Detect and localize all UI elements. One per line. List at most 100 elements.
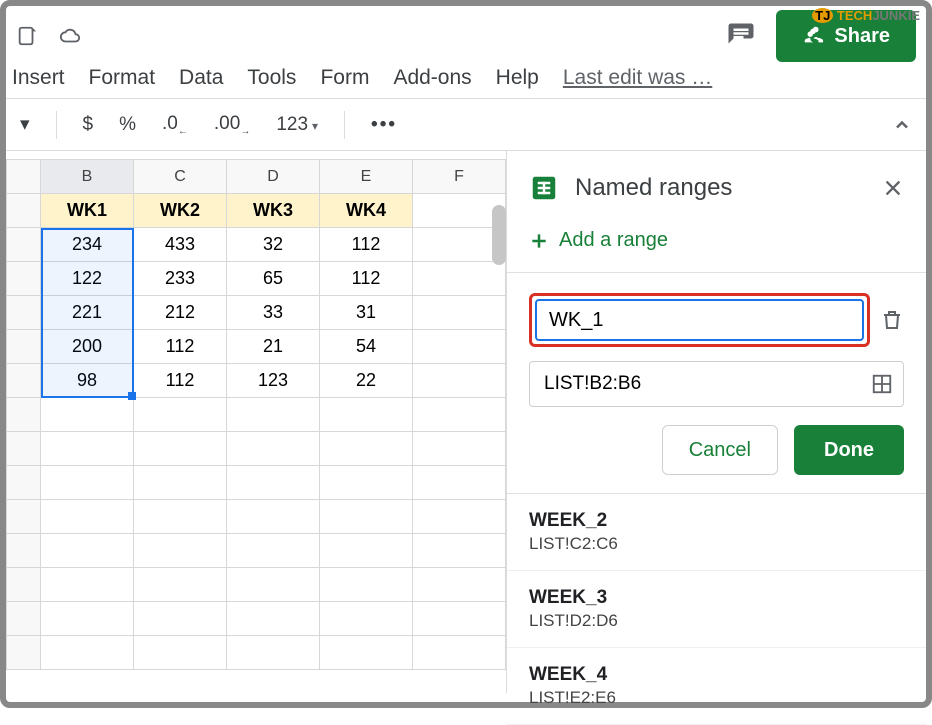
header-cell[interactable]: WK4 xyxy=(320,194,413,228)
cell[interactable] xyxy=(320,398,413,432)
collapse-toolbar-icon[interactable] xyxy=(892,115,912,135)
cell[interactable] xyxy=(41,432,134,466)
spreadsheet-grid[interactable]: BCDEFWK1WK2WK3WK423443332112122233651122… xyxy=(6,151,506,693)
cell[interactable]: 221 xyxy=(41,296,134,330)
named-range-item[interactable]: WEEK_2 LIST!C2:C6 xyxy=(507,494,926,571)
cell[interactable]: 54 xyxy=(320,330,413,364)
menu-data[interactable]: Data xyxy=(179,66,223,90)
cell[interactable] xyxy=(320,500,413,534)
cell[interactable] xyxy=(413,636,506,670)
close-icon[interactable] xyxy=(882,177,904,199)
cloud-icon[interactable] xyxy=(56,25,84,47)
cell[interactable] xyxy=(134,466,227,500)
cell[interactable] xyxy=(134,568,227,602)
cell[interactable] xyxy=(413,568,506,602)
add-range-button[interactable]: Add a range xyxy=(507,221,926,273)
cell[interactable] xyxy=(320,602,413,636)
col-header[interactable]: C xyxy=(134,160,227,194)
cell[interactable]: 112 xyxy=(134,330,227,364)
cell[interactable]: 32 xyxy=(227,228,320,262)
format-percent[interactable]: % xyxy=(119,114,136,136)
done-button[interactable]: Done xyxy=(794,425,904,475)
cell[interactable] xyxy=(41,636,134,670)
cell[interactable] xyxy=(134,432,227,466)
cell[interactable] xyxy=(41,602,134,636)
cell[interactable] xyxy=(413,466,506,500)
cancel-button[interactable]: Cancel xyxy=(662,425,778,475)
header-cell[interactable]: WK1 xyxy=(41,194,134,228)
cell[interactable] xyxy=(227,602,320,636)
cell[interactable] xyxy=(41,500,134,534)
doc-home-icon[interactable] xyxy=(16,25,38,47)
cell[interactable] xyxy=(320,432,413,466)
cell[interactable]: 123 xyxy=(227,364,320,398)
cell[interactable]: 112 xyxy=(134,364,227,398)
cell[interactable] xyxy=(227,500,320,534)
toolbar-overflow[interactable]: ••• xyxy=(371,114,397,136)
cell[interactable]: 112 xyxy=(320,262,413,296)
cell[interactable]: 98 xyxy=(41,364,134,398)
cell[interactable]: 33 xyxy=(227,296,320,330)
menu-addons[interactable]: Add-ons xyxy=(393,66,471,90)
cell[interactable]: 212 xyxy=(134,296,227,330)
cell[interactable] xyxy=(227,432,320,466)
cell[interactable] xyxy=(134,636,227,670)
delete-icon[interactable] xyxy=(880,308,904,332)
format-currency[interactable]: $ xyxy=(83,114,94,136)
cell[interactable] xyxy=(134,398,227,432)
cell[interactable] xyxy=(320,534,413,568)
cell[interactable] xyxy=(413,262,506,296)
cell[interactable] xyxy=(227,636,320,670)
cell[interactable] xyxy=(227,534,320,568)
col-header[interactable]: F xyxy=(413,160,506,194)
header-cell[interactable]: WK3 xyxy=(227,194,320,228)
cell[interactable] xyxy=(41,534,134,568)
number-format[interactable]: 123▾ xyxy=(276,114,318,136)
cell[interactable] xyxy=(320,568,413,602)
decrease-decimal[interactable]: .0← xyxy=(162,113,188,137)
cell[interactable] xyxy=(413,364,506,398)
cell[interactable] xyxy=(413,534,506,568)
cell[interactable]: 22 xyxy=(320,364,413,398)
range-name-input[interactable] xyxy=(535,299,864,341)
cell[interactable]: 65 xyxy=(227,262,320,296)
col-header[interactable]: B xyxy=(41,160,134,194)
cell[interactable] xyxy=(41,568,134,602)
cell[interactable] xyxy=(134,534,227,568)
cell[interactable] xyxy=(41,398,134,432)
cell[interactable] xyxy=(320,636,413,670)
menu-form[interactable]: Form xyxy=(320,66,369,90)
cell[interactable] xyxy=(413,602,506,636)
comments-icon[interactable] xyxy=(726,21,756,51)
named-range-item[interactable]: WEEK_4 LIST!E2:E6 xyxy=(507,648,926,725)
select-range-icon[interactable] xyxy=(861,363,903,405)
cell[interactable] xyxy=(413,500,506,534)
col-header[interactable]: D xyxy=(227,160,320,194)
cell[interactable] xyxy=(134,602,227,636)
range-ref-input[interactable] xyxy=(530,362,861,406)
cell[interactable]: 112 xyxy=(320,228,413,262)
header-cell[interactable]: WK2 xyxy=(134,194,227,228)
menu-insert[interactable]: Insert xyxy=(12,66,65,90)
cell[interactable]: 200 xyxy=(41,330,134,364)
cell[interactable] xyxy=(41,466,134,500)
menu-tools[interactable]: Tools xyxy=(247,66,296,90)
col-header[interactable]: E xyxy=(320,160,413,194)
increase-decimal[interactable]: .00→ xyxy=(214,113,250,137)
cell[interactable] xyxy=(227,568,320,602)
cell[interactable]: 31 xyxy=(320,296,413,330)
cell[interactable]: 122 xyxy=(41,262,134,296)
vertical-scrollbar[interactable] xyxy=(492,205,506,265)
cell[interactable] xyxy=(227,466,320,500)
cell[interactable]: 433 xyxy=(134,228,227,262)
cell[interactable]: 233 xyxy=(134,262,227,296)
cell[interactable] xyxy=(413,398,506,432)
menu-help[interactable]: Help xyxy=(496,66,539,90)
cell[interactable]: 234 xyxy=(41,228,134,262)
menu-format[interactable]: Format xyxy=(89,66,156,90)
cell[interactable] xyxy=(413,432,506,466)
toolbar-more-dropdown[interactable]: ▾ xyxy=(20,113,30,136)
cell[interactable] xyxy=(134,500,227,534)
cell[interactable] xyxy=(413,330,506,364)
cell[interactable] xyxy=(413,296,506,330)
